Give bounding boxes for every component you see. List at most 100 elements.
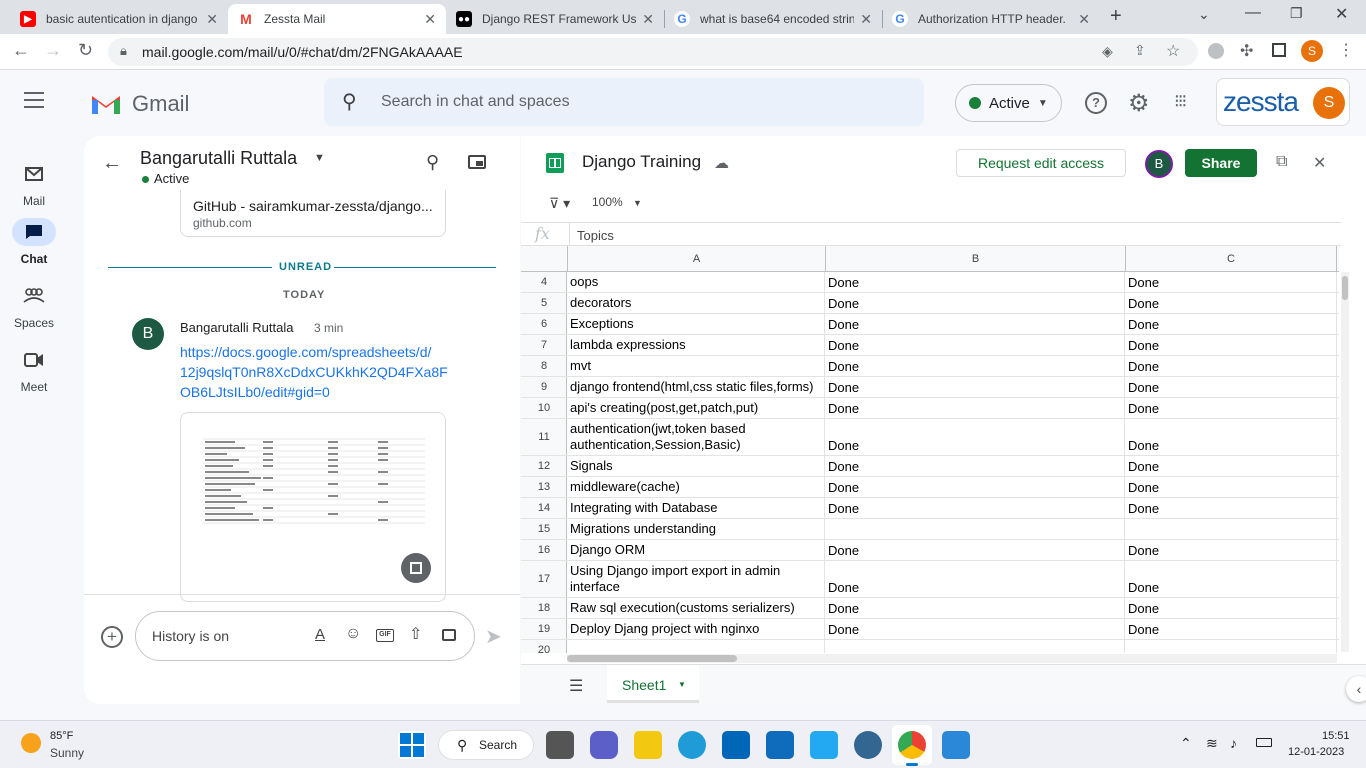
- cell-status-b[interactable]: Done: [828, 296, 859, 311]
- sender-avatar[interactable]: B: [132, 318, 164, 350]
- rail-item-spaces[interactable]: Spaces: [0, 282, 68, 330]
- cell-topic[interactable]: Deploy Djang project with nginxo: [570, 621, 759, 637]
- cell-status-b[interactable]: Done: [828, 601, 859, 616]
- emoji-icon[interactable]: ☺: [345, 625, 361, 643]
- vscode-icon[interactable]: [810, 731, 838, 759]
- minimize-icon[interactable]: —: [1245, 4, 1261, 22]
- postgresql-icon[interactable]: [854, 731, 882, 759]
- extensions-puzzle-icon[interactable]: ✣: [1240, 41, 1253, 61]
- cell-topic[interactable]: api's creating(post,get,patch,put): [570, 400, 758, 416]
- sheet-tab-menu-icon[interactable]: ▼: [678, 680, 686, 689]
- cell-status-b[interactable]: Done: [828, 359, 859, 374]
- row-number[interactable]: 18: [521, 602, 567, 614]
- microsoft-store-icon[interactable]: [722, 731, 750, 759]
- teams-chat-icon[interactable]: [590, 731, 618, 759]
- all-sheets-icon[interactable]: ☰: [569, 676, 583, 696]
- cell-topic[interactable]: mvt: [570, 358, 591, 374]
- add-attachment-icon[interactable]: +: [101, 626, 123, 648]
- vertical-scrollbar[interactable]: [1341, 272, 1349, 652]
- send-icon[interactable]: ➤: [485, 624, 502, 649]
- wifi-icon[interactable]: ≋: [1206, 735, 1218, 752]
- taskbar-search[interactable]: ⚲ Search: [438, 730, 534, 760]
- browser-tab[interactable]: G what is base64 encoded strin ✕: [664, 4, 882, 34]
- cell-status-c[interactable]: Done: [1128, 438, 1159, 453]
- cell-status-c[interactable]: Done: [1128, 296, 1159, 311]
- cell-topic[interactable]: lambda expressions: [570, 337, 686, 353]
- back-arrow-icon[interactable]: ←: [102, 152, 122, 175]
- show-hidden-icons-icon[interactable]: ⌃: [1180, 735, 1192, 752]
- row-number[interactable]: 7: [521, 339, 567, 351]
- cell-topic[interactable]: Django ORM: [570, 542, 645, 558]
- cell-status-c[interactable]: Done: [1128, 580, 1159, 595]
- cell-topic[interactable]: Using Django import export in admin inter…: [570, 563, 780, 595]
- forward-icon[interactable]: →: [44, 40, 62, 61]
- weather-sun-icon[interactable]: [21, 733, 41, 753]
- sheet-tab[interactable]: Sheet1 ▼: [607, 665, 699, 703]
- collapse-panel-icon[interactable]: ‹: [1346, 676, 1366, 702]
- share-page-icon[interactable]: ⇪: [1134, 42, 1146, 59]
- browser-tab[interactable]: ▶ basic autentication in django ✕: [10, 4, 228, 34]
- sheet-preview-thumbnail[interactable]: [180, 412, 446, 602]
- apps-grid-icon[interactable]: ⁝⁝⁝: [1174, 91, 1187, 112]
- open-preview-icon[interactable]: [401, 553, 431, 583]
- cell-status-c[interactable]: Done: [1128, 401, 1159, 416]
- reload-icon[interactable]: ↻: [78, 40, 93, 61]
- close-tab-icon[interactable]: ✕: [206, 11, 218, 28]
- browser-menu-icon[interactable]: ⋮: [1338, 40, 1354, 60]
- video-meeting-icon[interactable]: [442, 629, 456, 641]
- file-explorer-icon[interactable]: [634, 731, 662, 759]
- message-link[interactable]: https://docs.google.com/spreadsheets/d/ …: [180, 342, 448, 402]
- cell-status-c[interactable]: Done: [1128, 459, 1159, 474]
- cell-status-c[interactable]: Done: [1128, 338, 1159, 353]
- cell-status-c[interactable]: Done: [1128, 543, 1159, 558]
- extension-g-icon[interactable]: [1208, 43, 1224, 59]
- cell-status-b[interactable]: Done: [828, 317, 859, 332]
- request-edit-access-button[interactable]: Request edit access: [956, 149, 1126, 177]
- upload-icon[interactable]: ⇧: [409, 624, 422, 644]
- close-viewer-icon[interactable]: ✕: [1313, 153, 1326, 173]
- cell-status-b[interactable]: Done: [828, 501, 859, 516]
- cell-status-b[interactable]: Done: [828, 543, 859, 558]
- cell-topic[interactable]: oops: [570, 274, 598, 290]
- row-number[interactable]: 13: [521, 481, 567, 493]
- clock-time[interactable]: 15:51: [1322, 730, 1350, 742]
- cell-topic[interactable]: django frontend(html,css static files,fo…: [570, 379, 813, 395]
- profile-avatar[interactable]: S: [1301, 40, 1323, 62]
- cell-status-b[interactable]: Done: [828, 401, 859, 416]
- share-button[interactable]: Share: [1185, 149, 1257, 177]
- bookmark-star-icon[interactable]: ☆: [1166, 41, 1180, 61]
- zoom-level[interactable]: 100%: [592, 195, 623, 209]
- cell-status-c[interactable]: Done: [1128, 380, 1159, 395]
- cell-status-c[interactable]: Done: [1128, 359, 1159, 374]
- cell-status-b[interactable]: Done: [828, 622, 859, 637]
- row-number[interactable]: 15: [521, 523, 567, 535]
- browser-tab[interactable]: ●● Django REST Framework Use ✕: [446, 4, 664, 34]
- cell-status-c[interactable]: Done: [1128, 275, 1159, 290]
- cell-topic[interactable]: Migrations understanding: [570, 521, 716, 537]
- cell-topic[interactable]: Raw sql execution(customs serializers): [570, 600, 795, 616]
- windows-start-icon[interactable]: [398, 731, 426, 759]
- cell-status-c[interactable]: Done: [1128, 501, 1159, 516]
- chrome-taskbar-item[interactable]: [892, 725, 932, 766]
- browser-tab[interactable]: G Authorization HTTP header. ✕: [882, 4, 1100, 34]
- window-close-icon[interactable]: ✕: [1335, 4, 1348, 24]
- new-tab-icon[interactable]: +: [1110, 5, 1122, 28]
- cell-status-c[interactable]: Done: [1128, 317, 1159, 332]
- close-tab-icon[interactable]: ✕: [1078, 11, 1090, 28]
- close-tab-icon[interactable]: ✕: [860, 11, 872, 28]
- rail-item-meet[interactable]: Meet: [0, 346, 68, 394]
- task-view-icon[interactable]: [546, 731, 574, 759]
- snipping-tool-icon[interactable]: [942, 731, 970, 759]
- column-header[interactable]: C: [1125, 246, 1337, 272]
- row-number[interactable]: 4: [521, 276, 567, 288]
- volume-icon[interactable]: ♪: [1230, 735, 1237, 751]
- message-composer[interactable]: History is on A ☺ GIF ⇧: [135, 611, 475, 661]
- restore-icon[interactable]: ❐: [1290, 5, 1303, 22]
- cell-status-b[interactable]: Done: [828, 459, 859, 474]
- chat-search-icon[interactable]: ⚲: [426, 152, 439, 173]
- cell-status-c[interactable]: Done: [1128, 480, 1159, 495]
- account-switcher[interactable]: zessta S: [1216, 78, 1350, 126]
- formula-value[interactable]: Topics: [577, 228, 614, 243]
- rail-item-chat[interactable]: Chat: [0, 218, 68, 266]
- search-input[interactable]: ⚲ Search in chat and spaces: [324, 78, 924, 126]
